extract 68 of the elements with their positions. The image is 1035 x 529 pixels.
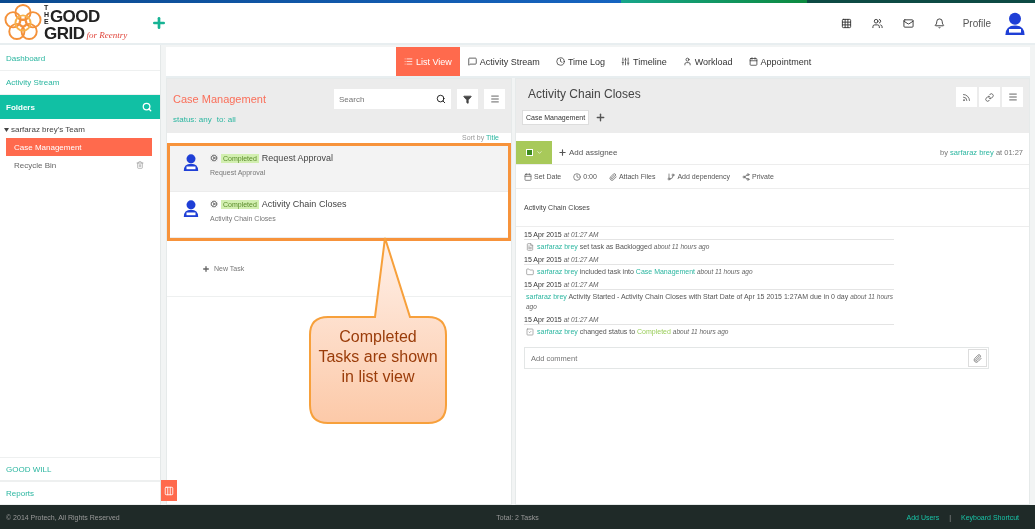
gears-icon: [210, 154, 218, 162]
add-assignee-button[interactable]: Add assignee: [558, 148, 618, 157]
document-icon: [526, 243, 534, 251]
mail-icon[interactable]: [902, 17, 914, 29]
task-title: Activity Chain Closes: [261, 199, 347, 209]
gears-icon: [210, 200, 218, 208]
search-field[interactable]: Search: [334, 89, 451, 109]
flower-logo-icon: [4, 4, 42, 42]
folder-item[interactable]: Recycle Bin: [6, 156, 152, 174]
view-tab[interactable]: Timeline: [613, 47, 675, 76]
panel-toggle-handle[interactable]: [161, 480, 177, 501]
view-tab[interactable]: Workload: [674, 47, 741, 76]
share-icon: [742, 172, 750, 181]
menu-button[interactable]: [1002, 87, 1023, 107]
columns-icon: [164, 485, 174, 496]
checkbox-icon: [526, 328, 534, 336]
calendar-icon: [748, 57, 758, 66]
clock-icon: [573, 172, 582, 181]
caret-icon[interactable]: [4, 127, 9, 132]
rss-icon: [962, 92, 971, 102]
users-icon[interactable]: [871, 17, 883, 29]
user-avatar-icon: [182, 153, 200, 171]
bell-icon[interactable]: [933, 17, 945, 29]
callout-text: Completed Tasks are shown in list view: [318, 327, 438, 387]
filter-button[interactable]: [457, 89, 478, 109]
filter-icon: [463, 94, 472, 104]
view-tab[interactable]: Time Log: [547, 47, 614, 76]
attach-button[interactable]: [968, 349, 987, 367]
caret-icon: [535, 149, 543, 156]
folder-icon: [526, 268, 534, 276]
sliders-icon: [621, 57, 631, 66]
paperclip-icon: [608, 172, 617, 181]
user-avatar-icon: [1003, 11, 1027, 35]
status-button[interactable]: [516, 141, 552, 164]
user-icon: [682, 57, 692, 66]
menu-icon: [489, 94, 500, 104]
logo-text: GOOD: [49, 8, 100, 25]
task-title: Request Approval: [261, 153, 333, 163]
user-avatar-icon: [182, 199, 200, 217]
calendar-icon: [524, 172, 532, 181]
link-button[interactable]: [979, 87, 1000, 107]
add-tag-icon[interactable]: [595, 112, 607, 123]
link-icon: [985, 92, 994, 102]
task-heading: Activity Chain Closes: [527, 87, 642, 101]
search-icon[interactable]: [142, 102, 152, 112]
clock-icon: [555, 57, 565, 66]
branch-icon: [667, 172, 676, 181]
logo-text: GRID: [44, 25, 85, 42]
profile-link[interactable]: Profile: [962, 17, 991, 29]
add-icon[interactable]: [151, 15, 168, 31]
plus-icon: [202, 264, 210, 273]
list-icon: [404, 57, 413, 66]
status-square-icon: [525, 149, 533, 156]
view-tab[interactable]: Activity Stream: [459, 47, 548, 76]
trash-icon[interactable]: [136, 161, 144, 169]
folders-label: Folders: [6, 102, 35, 112]
menu-button[interactable]: [484, 89, 505, 109]
menu-icon: [1007, 92, 1018, 102]
rss-button[interactable]: [956, 87, 977, 107]
logo-tagline: for Reentry: [86, 31, 128, 40]
chat-icon: [467, 57, 477, 66]
search-icon: [436, 94, 446, 104]
plus-icon: [558, 148, 567, 157]
apps-grid-icon[interactable]: [840, 17, 852, 29]
team-name[interactable]: sarfaraz brey's Team: [11, 125, 85, 134]
list-title: Case Management: [173, 93, 267, 105]
paperclip-icon: [973, 353, 982, 363]
view-tab[interactable]: Appointment: [740, 47, 820, 76]
